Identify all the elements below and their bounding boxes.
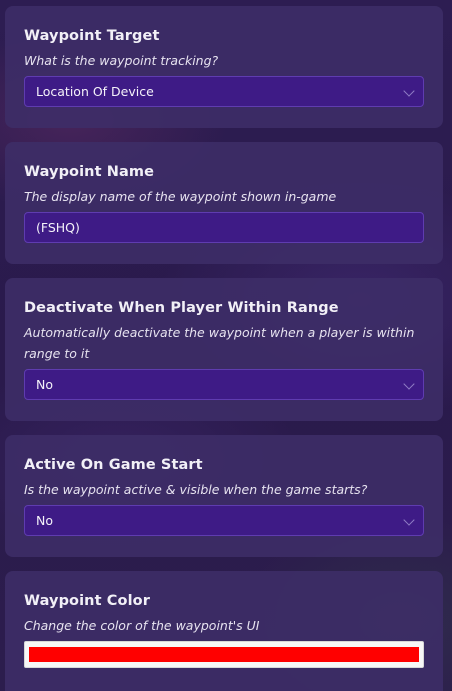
deactivate-range-title: Deactivate When Player Within Range	[24, 300, 339, 316]
deactivate-range-value: No	[36, 377, 53, 392]
waypoint-color-description: Change the color of the waypoint's UI	[24, 618, 260, 633]
active-on-start-dropdown[interactable]: No	[24, 505, 424, 536]
waypoint-color-panel: Waypoint Color Change the color of the w…	[5, 571, 443, 691]
active-on-start-panel: Active On Game Start Is the waypoint act…	[5, 435, 443, 557]
waypoint-target-panel: Waypoint Target What is the waypoint tra…	[5, 6, 443, 128]
waypoint-name-description: The display name of the waypoint shown i…	[24, 189, 337, 204]
deactivate-range-description: Automatically deactivate the waypoint wh…	[24, 325, 415, 361]
waypoint-name-title: Waypoint Name	[24, 164, 155, 180]
waypoint-color-picker[interactable]	[24, 641, 424, 668]
active-on-start-title: Active On Game Start	[24, 457, 203, 473]
active-on-start-description: Is the waypoint active & visible when th…	[24, 482, 368, 497]
waypoint-color-title: Waypoint Color	[24, 593, 150, 609]
waypoint-name-panel: Waypoint Name The display name of the wa…	[5, 142, 443, 264]
chevron-down-icon	[403, 378, 415, 390]
waypoint-target-description: What is the waypoint tracking?	[24, 53, 219, 68]
waypoint-target-dropdown[interactable]: Location Of Device	[24, 76, 424, 107]
waypoint-target-value: Location Of Device	[36, 84, 154, 99]
waypoint-name-value: (FSHQ)	[36, 220, 80, 235]
color-swatch	[29, 647, 419, 662]
active-on-start-value: No	[36, 513, 53, 528]
waypoint-name-input[interactable]: (FSHQ)	[24, 212, 424, 243]
waypoint-target-title: Waypoint Target	[24, 28, 160, 44]
chevron-down-icon	[403, 85, 415, 97]
chevron-down-icon	[403, 514, 415, 526]
deactivate-range-panel: Deactivate When Player Within Range Auto…	[5, 278, 443, 421]
deactivate-range-dropdown[interactable]: No	[24, 369, 424, 400]
